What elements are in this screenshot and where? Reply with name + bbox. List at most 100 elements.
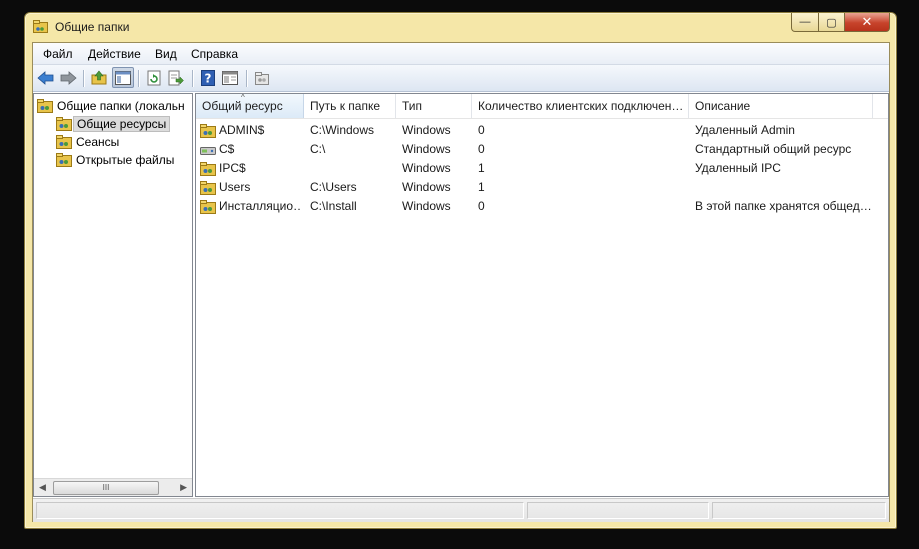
column-header-client-connections[interactable]: Количество клиентских подключен… (472, 94, 689, 118)
share-name-cell: IPC$ (200, 159, 300, 178)
export-list-icon (168, 70, 184, 86)
sessions-icon (56, 134, 72, 149)
shared-folder-icon (200, 199, 216, 214)
path-cell (310, 159, 394, 178)
back-arrow-icon (37, 71, 54, 85)
back-button[interactable] (36, 68, 56, 88)
scroll-right-icon[interactable]: ▶ (180, 482, 187, 493)
type-cell: Windows (402, 123, 451, 137)
status-panel (527, 502, 709, 519)
shared-folder-icon (200, 161, 216, 176)
shared-folders-app-icon (33, 20, 48, 33)
type-cell: Windows (402, 142, 451, 156)
type-cell: Windows (402, 180, 451, 194)
description-cell: В этой папке хранятся общед… (695, 199, 872, 213)
maximize-icon: ▢ (826, 16, 837, 29)
description-cell: Удаленный IPC (695, 161, 781, 175)
help-icon: ? (201, 70, 215, 86)
share-name-cell: ADMIN$ (200, 121, 300, 140)
shared-drive-icon (200, 146, 216, 155)
menu-help[interactable]: Справка (191, 47, 238, 61)
description-cell: Удаленный Admin (695, 123, 795, 137)
status-bar (33, 498, 889, 522)
type-cell: Windows (402, 199, 451, 213)
tree-pane: Общие папки (локальн Общие ресурсы Сеанс… (33, 93, 193, 497)
column-header-description[interactable]: Описание (689, 94, 873, 118)
up-level-button[interactable] (89, 68, 109, 88)
status-panel (712, 502, 886, 519)
caption-buttons: — ▢ ✕ (791, 13, 890, 33)
share-name-cell: Users (200, 178, 300, 197)
menu-file[interactable]: Файл (43, 47, 73, 61)
tree-item-label: Открытые файлы (76, 152, 175, 167)
sort-ascending-icon: ^ (241, 94, 245, 102)
toolbar-separator (138, 70, 140, 87)
description-cell (695, 178, 875, 197)
up-folder-icon (91, 70, 107, 85)
refresh-icon (147, 70, 161, 86)
list-row[interactable]: ADMIN$ C:\Windows Windows 0 Удаленный Ad… (196, 121, 888, 140)
export-list-button[interactable] (166, 68, 186, 88)
forward-button[interactable] (58, 68, 78, 88)
path-cell: C:\ (310, 142, 326, 156)
list-header: ^ Общий ресурс Путь к папке Тип Количест… (196, 94, 888, 119)
maximize-button[interactable]: ▢ (819, 13, 845, 32)
toolbar: ? (33, 65, 889, 92)
svg-text:?: ? (205, 72, 212, 86)
app-window: Общие папки — ▢ ✕ Файл Действие Вид Спра… (24, 12, 897, 529)
shared-folder-icon (200, 123, 216, 138)
tree-horizontal-scrollbar[interactable]: ◀ III ▶ (34, 478, 192, 496)
window-title: Общие папки (55, 20, 130, 34)
properties-icon (222, 71, 238, 85)
title-bar[interactable]: Общие папки — ▢ ✕ (25, 13, 896, 41)
tree-item-label: Сеансы (76, 134, 120, 149)
column-header-share[interactable]: ^ Общий ресурс (196, 94, 304, 118)
list-row[interactable]: Инсталляцио… C:\Install Windows 0 В этой… (196, 197, 888, 216)
close-button[interactable]: ✕ (845, 13, 890, 32)
list-row[interactable]: IPC$ Windows 1 Удаленный IPC (196, 159, 888, 178)
open-files-icon (56, 152, 72, 167)
show-hide-tree-button[interactable] (112, 67, 134, 88)
status-panel (36, 502, 524, 519)
clients-cell: 1 (478, 180, 485, 194)
properties-button[interactable] (220, 68, 240, 88)
menu-action[interactable]: Действие (88, 47, 141, 61)
menu-view[interactable]: Вид (155, 47, 177, 61)
scroll-thumb[interactable]: III (53, 481, 159, 495)
close-icon: ✕ (861, 14, 873, 29)
tree-item-open-files[interactable]: Открытые файлы (56, 151, 174, 168)
minimize-button[interactable]: — (791, 13, 819, 32)
help-button[interactable]: ? (198, 68, 218, 88)
tree-item-shares[interactable]: Общие ресурсы (56, 115, 171, 132)
forward-arrow-icon (60, 71, 77, 85)
client-area: Файл Действие Вид Справка ? Общие папки … (32, 42, 890, 522)
path-cell: C:\Windows (310, 123, 375, 137)
scroll-grip: III (102, 483, 110, 492)
shared-folder-icon (56, 116, 72, 131)
column-header-path[interactable]: Путь к папке (304, 94, 396, 118)
clients-cell: 0 (478, 142, 485, 156)
clients-cell: 0 (478, 199, 485, 213)
shared-folders-icon (37, 98, 53, 113)
toolbar-separator (192, 70, 194, 87)
list-row[interactable]: Users C:\Users Windows 1 (196, 178, 888, 197)
minimize-icon: — (799, 16, 811, 28)
new-share-icon (255, 72, 269, 85)
scroll-left-icon[interactable]: ◀ (39, 482, 46, 493)
refresh-button[interactable] (144, 68, 164, 88)
shares-list: ^ Общий ресурс Путь к папке Тип Количест… (195, 93, 889, 497)
list-row[interactable]: C$ C:\ Windows 0 Стандартный общий ресур… (196, 140, 888, 159)
toolbar-separator (246, 70, 248, 87)
tree-item-label: Общие ресурсы (73, 115, 171, 132)
clients-cell: 0 (478, 123, 485, 137)
type-cell: Windows (402, 161, 451, 175)
tree-root[interactable]: Общие папки (локальн (37, 97, 185, 114)
tree-item-sessions[interactable]: Сеансы (56, 133, 119, 150)
path-cell: C:\Install (310, 199, 357, 213)
clients-cell: 1 (478, 161, 485, 175)
new-share-button[interactable] (252, 68, 272, 88)
column-header-type[interactable]: Тип (396, 94, 472, 118)
shared-folder-icon (200, 180, 216, 195)
share-name-cell: C$ (200, 140, 300, 159)
path-cell: C:\Users (310, 180, 357, 194)
